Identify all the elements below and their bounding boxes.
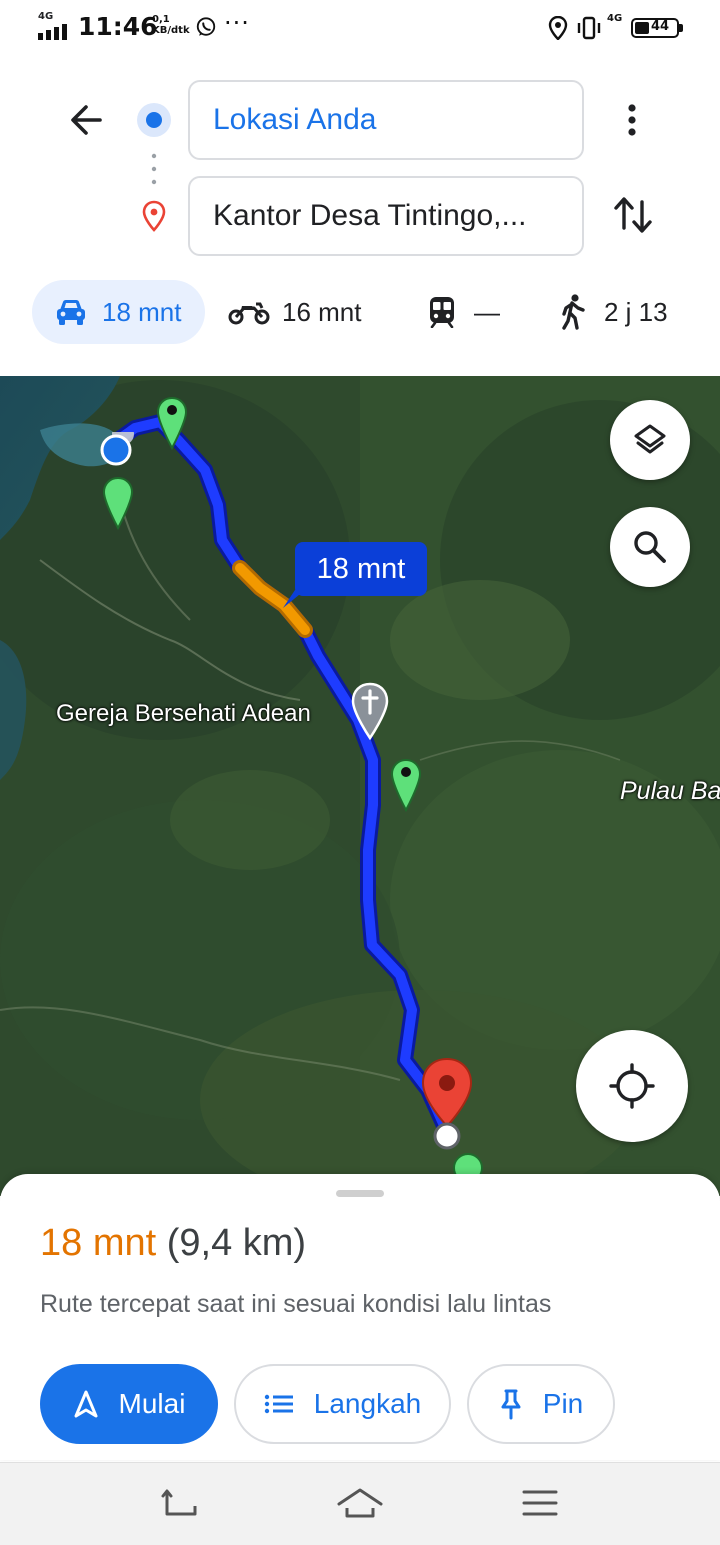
- mode-tab-driving[interactable]: 18 mnt: [32, 280, 205, 344]
- church-marker-icon[interactable]: [350, 682, 390, 740]
- mode-tab-transit-label: —: [474, 296, 500, 327]
- pin-button[interactable]: Pin: [467, 1364, 615, 1444]
- system-home-button[interactable]: [335, 1484, 385, 1522]
- battery-tip: [679, 24, 683, 32]
- more-notifications-icon: ···: [224, 9, 250, 37]
- layers-button[interactable]: [610, 400, 690, 480]
- status-bar: 4G 11:46 0,1 KB/dtk ··· 4G 44: [0, 0, 720, 60]
- start-navigation-button[interactable]: Mulai: [40, 1364, 218, 1444]
- origin-input[interactable]: Lokasi Anda: [188, 80, 584, 160]
- pushpin-icon: [501, 1389, 521, 1420]
- network-speed: 0,1 KB/dtk: [152, 14, 190, 36]
- mode-tab-motorcycle[interactable]: 16 mnt: [228, 280, 388, 344]
- swap-locations-button[interactable]: [608, 190, 658, 240]
- mode-tab-walking-label: 2 j 13: [604, 296, 668, 327]
- destination-marker: [421, 1057, 473, 1150]
- destination-input[interactable]: Kantor Desa Tintingo,...: [188, 176, 584, 256]
- battery-icon: 44: [631, 18, 679, 38]
- search-along-route-button[interactable]: [610, 507, 690, 587]
- current-location-marker: [100, 432, 134, 466]
- mode-tab-transit[interactable]: —: [428, 280, 518, 344]
- route-eta-bubble[interactable]: 18 mnt: [295, 542, 427, 596]
- sheet-drag-handle[interactable]: [336, 1190, 384, 1197]
- vibrate-icon: [577, 16, 601, 40]
- route-connector-dots: [151, 153, 157, 185]
- destination-pin-icon: [142, 200, 166, 232]
- more-options-button[interactable]: [612, 96, 652, 144]
- walk-icon: [562, 294, 585, 330]
- crosshair-icon: [609, 1063, 655, 1109]
- battery-level: 44: [650, 19, 670, 34]
- pin-label: Pin: [542, 1388, 584, 1419]
- route-eta-label: 18 mnt: [316, 552, 406, 585]
- map-label-church: Gereja Bersehati Adean: [56, 700, 311, 727]
- route-summary: 18 mnt (9,4 km): [40, 1222, 306, 1265]
- clock: 11:46: [78, 12, 158, 41]
- steps-label: Langkah: [313, 1388, 422, 1419]
- route-distance: (9,4 km): [166, 1222, 307, 1264]
- start-navigation-label: Mulai: [118, 1388, 186, 1419]
- network-type-right: 4G: [607, 13, 623, 24]
- map-label-island: Pulau Ba: [620, 777, 720, 805]
- origin-dot-icon: [137, 103, 171, 137]
- back-button[interactable]: [60, 96, 116, 144]
- route-description: Rute tercepat saat ini sesuai kondisi la…: [40, 1290, 552, 1318]
- green-poi-pin-icon: [390, 758, 422, 812]
- search-icon: [634, 531, 666, 563]
- whatsapp-icon: [196, 17, 216, 36]
- navigation-arrow-icon: [74, 1390, 98, 1418]
- my-location-button[interactable]: [576, 1030, 688, 1142]
- route-duration: 18 mnt: [40, 1222, 157, 1264]
- mode-tab-motorcycle-label: 16 mnt: [282, 296, 362, 327]
- network-type: 4G: [38, 11, 54, 22]
- system-back-button[interactable]: [155, 1484, 205, 1522]
- mode-tab-walking[interactable]: 2 j 13: [558, 280, 708, 344]
- mode-tab-driving-label: 18 mnt: [102, 296, 182, 327]
- location-icon: [548, 16, 568, 40]
- eta-bubble-pointer: [283, 590, 305, 608]
- transit-icon: [430, 297, 454, 328]
- green-poi-pin-icon: [102, 476, 134, 530]
- list-icon: [264, 1394, 293, 1414]
- car-icon: [57, 300, 85, 325]
- signal-icon: [38, 24, 67, 40]
- green-poi-pin-icon: [156, 396, 188, 450]
- layers-icon: [634, 424, 666, 454]
- motorcycle-icon: [228, 302, 270, 325]
- steps-button[interactable]: Langkah: [234, 1364, 451, 1444]
- system-menu-button[interactable]: [515, 1484, 565, 1522]
